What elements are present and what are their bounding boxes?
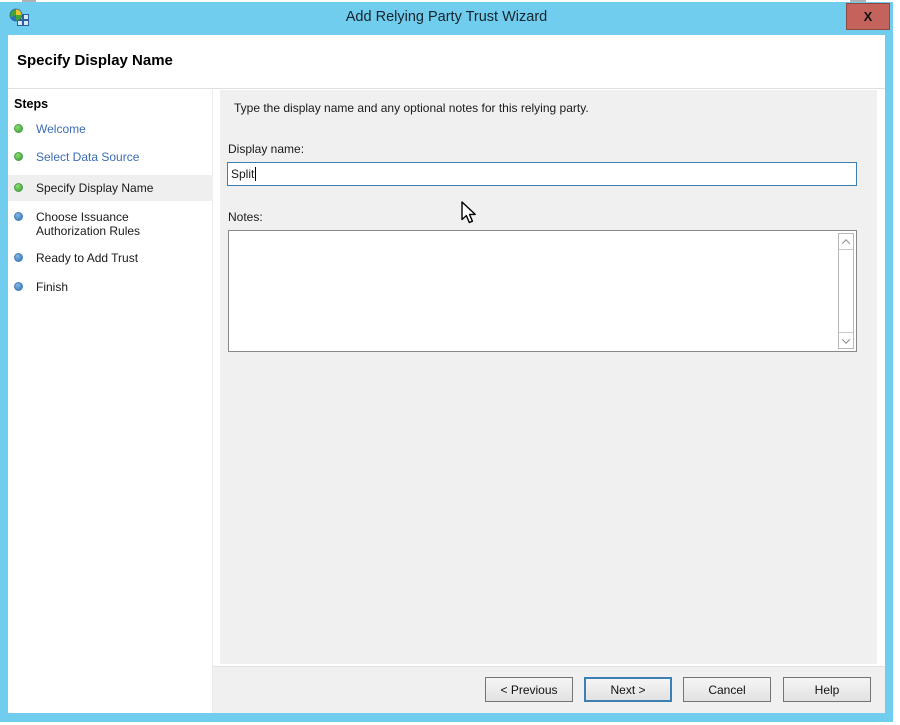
previous-button[interactable]: < Previous bbox=[485, 677, 573, 702]
steps-sidebar: Steps Welcome Select Data Source Specify… bbox=[8, 90, 213, 713]
step-label: Finish bbox=[36, 280, 68, 294]
step-done-icon bbox=[14, 152, 23, 161]
page-title: Specify Display Name bbox=[17, 52, 173, 69]
step-label: Select Data Source bbox=[36, 150, 139, 164]
step-label: Specify Display Name bbox=[36, 181, 153, 195]
text-caret bbox=[255, 167, 256, 181]
notes-label: Notes: bbox=[228, 210, 263, 224]
chevron-down-icon bbox=[842, 335, 850, 343]
scroll-up-button[interactable] bbox=[839, 234, 853, 250]
sidebar-item-choose-issuance-authorization-rules: Choose Issuance Authorization Rules bbox=[8, 207, 213, 241]
help-button[interactable]: Help bbox=[783, 677, 871, 702]
page-header: Specify Display Name bbox=[8, 35, 885, 89]
step-todo-icon bbox=[14, 212, 23, 221]
display-name-input[interactable]: Split bbox=[227, 162, 857, 186]
sidebar-item-select-data-source[interactable]: Select Data Source bbox=[8, 147, 213, 167]
dialog-body: Specify Display Name Steps Welcome Selec… bbox=[8, 35, 885, 713]
step-todo-icon bbox=[14, 282, 23, 291]
step-label: Choose Issuance Authorization Rules bbox=[36, 210, 166, 238]
display-name-label: Display name: bbox=[228, 142, 304, 156]
notes-textarea[interactable] bbox=[228, 230, 857, 352]
cancel-button[interactable]: Cancel bbox=[683, 677, 771, 702]
wizard-dialog: Add Relying Party Trust Wizard X Specify… bbox=[0, 2, 893, 722]
title-bar[interactable]: Add Relying Party Trust Wizard X bbox=[0, 2, 893, 35]
step-description: Type the display name and any optional n… bbox=[234, 101, 589, 115]
notes-scrollbar[interactable] bbox=[838, 233, 854, 349]
step-label: Ready to Add Trust bbox=[36, 251, 138, 265]
button-bar: < Previous Next > Cancel Help bbox=[213, 666, 885, 713]
step-todo-icon bbox=[14, 253, 23, 262]
step-done-icon bbox=[14, 124, 23, 133]
display-name-value: Split bbox=[231, 167, 254, 181]
step-label: Welcome bbox=[36, 122, 86, 136]
close-button[interactable]: X bbox=[846, 3, 890, 30]
next-button[interactable]: Next > bbox=[584, 677, 672, 702]
sidebar-item-finish: Finish bbox=[8, 277, 213, 297]
window-title: Add Relying Party Trust Wizard bbox=[0, 9, 893, 25]
content-panel: Type the display name and any optional n… bbox=[220, 90, 877, 664]
sidebar-item-welcome[interactable]: Welcome bbox=[8, 119, 213, 139]
step-done-icon bbox=[14, 183, 23, 192]
sidebar-item-specify-display-name[interactable]: Specify Display Name bbox=[8, 175, 213, 201]
sidebar-item-ready-to-add-trust: Ready to Add Trust bbox=[8, 248, 213, 268]
steps-heading: Steps bbox=[14, 97, 48, 111]
scroll-down-button[interactable] bbox=[839, 332, 853, 348]
chevron-up-icon bbox=[842, 239, 850, 247]
